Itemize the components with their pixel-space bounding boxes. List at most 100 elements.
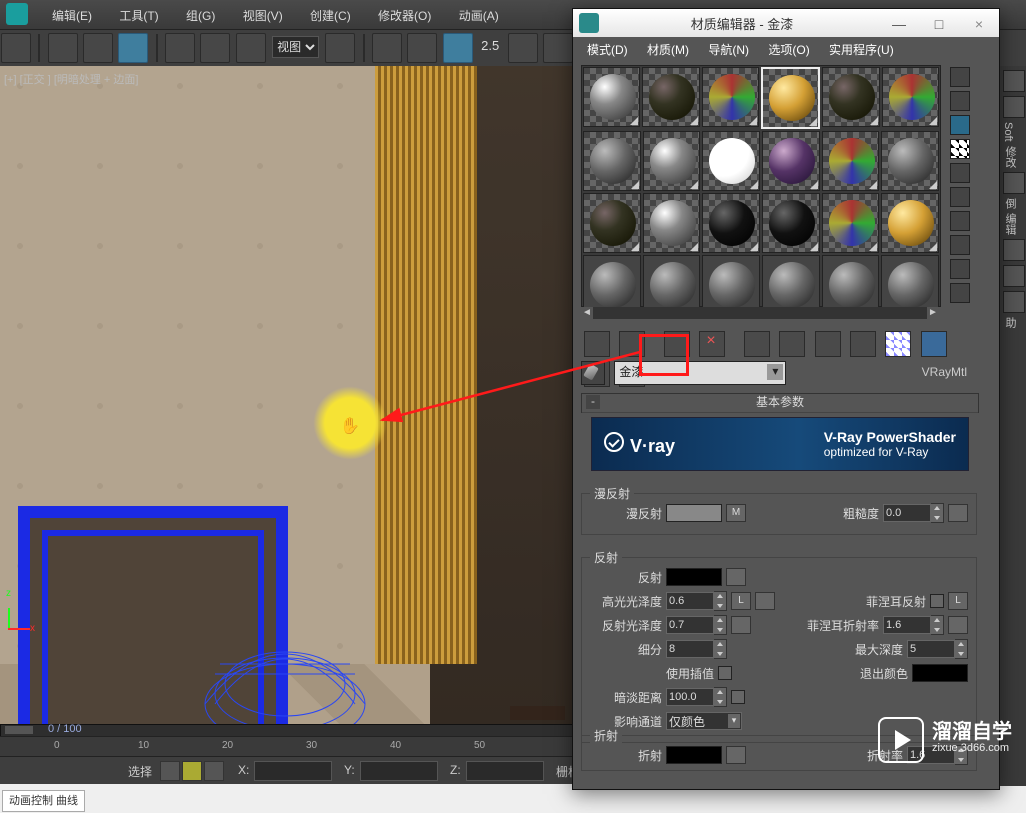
- reset-map-icon[interactable]: ×: [699, 331, 725, 357]
- sample-slot[interactable]: [881, 255, 939, 315]
- roughness-map-button[interactable]: [948, 504, 968, 522]
- make-preview-icon[interactable]: [950, 211, 970, 231]
- bulb-icon[interactable]: [182, 761, 202, 781]
- utilities-tab-icon[interactable]: [1003, 291, 1025, 313]
- fresnel-ior-spinner[interactable]: [883, 615, 944, 635]
- put-to-library-icon[interactable]: [815, 331, 841, 357]
- sample-slot[interactable]: [822, 67, 879, 127]
- sample-slot[interactable]: [702, 131, 760, 191]
- sample-slot[interactable]: [583, 255, 641, 315]
- useinterp-checkbox[interactable]: [718, 666, 732, 680]
- options-icon[interactable]: [950, 235, 970, 255]
- selection-region-icon[interactable]: [48, 33, 78, 63]
- refl-gloss-spinner[interactable]: [666, 615, 727, 635]
- material-type-button[interactable]: VRayMtl: [922, 365, 967, 379]
- sample-slot-selected[interactable]: [761, 67, 820, 129]
- hilite-L-button[interactable]: L: [731, 592, 751, 610]
- sample-slot[interactable]: [882, 67, 939, 127]
- select-by-mat-icon[interactable]: [950, 259, 970, 279]
- window-minimize-button[interactable]: —: [879, 14, 919, 36]
- menu-tools[interactable]: 工具(T): [107, 0, 170, 30]
- sample-slot[interactable]: [702, 193, 760, 253]
- roughness-spinner[interactable]: [883, 503, 944, 523]
- show-end-result-icon[interactable]: [921, 331, 947, 357]
- percent-snap-icon[interactable]: [543, 33, 573, 63]
- combo-arrow-icon[interactable]: ▾: [728, 714, 740, 728]
- hierarchy-tab-icon[interactable]: [1003, 172, 1025, 194]
- scroll-left-icon[interactable]: ◄: [581, 307, 593, 319]
- sample-type-icon[interactable]: [950, 67, 970, 87]
- rollout-header[interactable]: - 基本参数: [582, 394, 978, 413]
- sample-slot[interactable]: [583, 193, 641, 253]
- menu-views[interactable]: 视图(V): [231, 0, 295, 30]
- window-crossing-icon[interactable]: [83, 33, 113, 63]
- snap-toggle-icon[interactable]: [443, 33, 473, 63]
- fresnel-checkbox[interactable]: [930, 594, 944, 608]
- sample-slot[interactable]: [881, 193, 939, 253]
- mat-menu-mode[interactable]: 模式(D): [579, 37, 636, 62]
- refract-map-button[interactable]: [726, 746, 746, 764]
- hilite-map-button[interactable]: [755, 592, 775, 610]
- coord-y-input[interactable]: [360, 761, 438, 781]
- sample-slot[interactable]: [702, 255, 760, 315]
- background-icon[interactable]: [950, 115, 970, 135]
- material-id-channel-icon[interactable]: [850, 331, 876, 357]
- sample-slot[interactable]: [822, 255, 880, 315]
- mat-menu-options[interactable]: 选项(O): [760, 37, 817, 62]
- material-id-icon[interactable]: [950, 283, 970, 303]
- fresnel-L-button[interactable]: L: [948, 592, 968, 610]
- get-material-icon[interactable]: [584, 331, 610, 357]
- sample-slot[interactable]: [822, 193, 880, 253]
- sample-slot[interactable]: [643, 131, 701, 191]
- angle-snap-icon[interactable]: [508, 33, 538, 63]
- video-check-icon[interactable]: [950, 187, 970, 207]
- modify-tab-icon[interactable]: [1003, 96, 1025, 118]
- refl-gloss-map-button[interactable]: [731, 616, 751, 634]
- hilite-gloss-spinner[interactable]: [666, 591, 727, 611]
- make-copy-icon[interactable]: [744, 331, 770, 357]
- mat-menu-utilities[interactable]: 实用程序(U): [821, 37, 902, 62]
- sample-slot[interactable]: [583, 67, 640, 127]
- lock-icon[interactable]: [204, 761, 224, 781]
- motion-tab-icon[interactable]: [1003, 239, 1025, 261]
- sample-slot[interactable]: [643, 193, 701, 253]
- scale-icon[interactable]: [236, 33, 266, 63]
- subdiv-spinner[interactable]: [666, 639, 727, 659]
- diffuse-map-button[interactable]: M: [726, 504, 746, 522]
- material-editor-window[interactable]: 材质编辑器 - 金漆 — □ × 模式(D) 材质(M) 导航(N) 选项(O)…: [572, 8, 1000, 790]
- mat-menu-material[interactable]: 材质(M): [639, 37, 697, 62]
- sample-slot[interactable]: [643, 255, 701, 315]
- display-tab-icon[interactable]: [1003, 265, 1025, 287]
- coord-x-input[interactable]: [254, 761, 332, 781]
- show-map-in-viewport-icon[interactable]: [885, 331, 911, 357]
- sample-slot[interactable]: [702, 67, 759, 127]
- dimdist-checkbox[interactable]: [731, 690, 745, 704]
- selection-filter-icon[interactable]: [118, 33, 148, 63]
- affect-channel-combo[interactable]: 仅颜色 ▾: [666, 712, 742, 730]
- sample-slot[interactable]: [762, 193, 820, 253]
- coord-z-input[interactable]: [466, 761, 544, 781]
- rotate-icon[interactable]: [200, 33, 230, 63]
- exitcolor-swatch[interactable]: [912, 664, 968, 682]
- uv-tiling-icon[interactable]: [950, 163, 970, 183]
- backlight-icon[interactable]: [950, 91, 970, 111]
- keyboard-shortcut-icon[interactable]: [407, 33, 437, 63]
- dimdist-spinner[interactable]: [666, 687, 727, 707]
- window-maximize-button[interactable]: □: [919, 14, 959, 36]
- timeline-thumb[interactable]: [5, 726, 33, 734]
- menu-create[interactable]: 创建(C): [298, 0, 363, 30]
- combo-arrow-icon[interactable]: ▾: [767, 364, 783, 380]
- reference-coord-combo[interactable]: 视图: [272, 36, 319, 58]
- viewport-label[interactable]: [+] [正交 ] [明暗处理 + 边面]: [4, 71, 138, 87]
- bottom-tab[interactable]: 动画控制 曲线: [2, 790, 85, 812]
- material-editor-titlebar[interactable]: 材质编辑器 - 金漆 — □ ×: [573, 9, 999, 37]
- refract-color-swatch[interactable]: [666, 746, 722, 764]
- sample-scrollbar[interactable]: ◄ ►: [581, 307, 939, 319]
- create-tab-icon[interactable]: [1003, 70, 1025, 92]
- fresnel-ior-map-button[interactable]: [948, 616, 968, 634]
- reflect-map-button[interactable]: [726, 568, 746, 586]
- sample-slot[interactable]: [881, 131, 939, 191]
- menu-group[interactable]: 组(G): [174, 0, 227, 30]
- sample-slot[interactable]: [822, 131, 880, 191]
- menu-edit[interactable]: 编辑(E): [40, 0, 104, 30]
